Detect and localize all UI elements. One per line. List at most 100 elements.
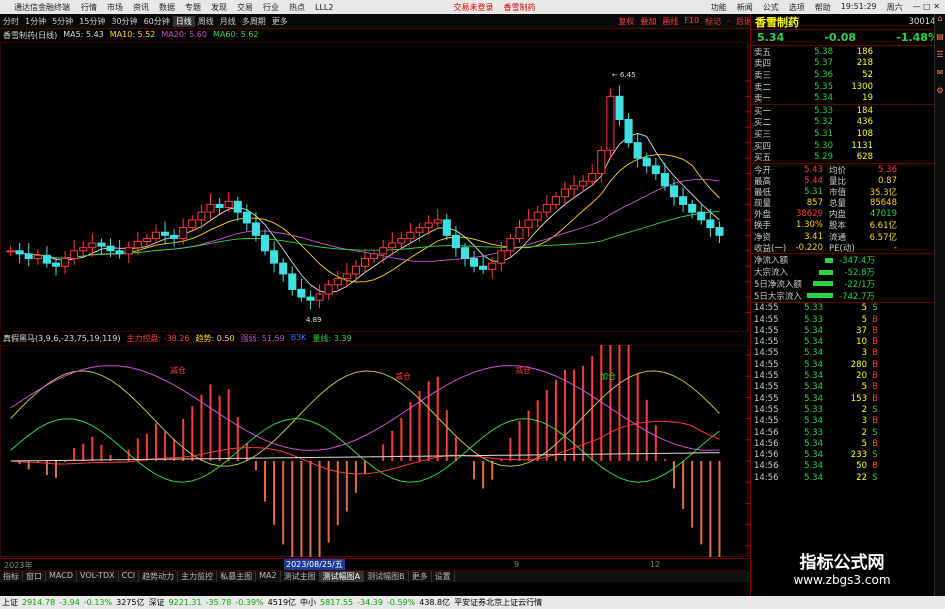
window-controls[interactable]: — □ ✕ xyxy=(908,2,945,13)
ask-price: 5.37 xyxy=(814,58,833,69)
menu-item-topic[interactable]: 专题 xyxy=(180,2,206,13)
tick-row[interactable]: 14:55 5.34 3 B xyxy=(751,348,945,359)
ask-price: 5.35 xyxy=(814,81,833,92)
tick-row[interactable]: 14:56 5.34 5 B xyxy=(751,438,945,449)
menu-formula[interactable]: 公式 xyxy=(758,2,784,13)
tick-time: 14:56 xyxy=(754,438,779,449)
period-tab-0[interactable]: 分时 xyxy=(0,16,22,27)
menu-item-data[interactable]: 数据 xyxy=(154,2,180,13)
menu-item-discover[interactable]: 发现 xyxy=(206,2,232,13)
tick-time: 14:55 xyxy=(754,404,779,415)
bid-label: 买二 xyxy=(754,118,772,129)
candle-body xyxy=(479,265,488,270)
indicator-tab-0[interactable]: 指标 xyxy=(0,571,23,582)
tick-list[interactable]: 14:55 5.33 5 S 14:55 5.33 5 B 14:55 5.34 37 B 14:55 5… xyxy=(751,303,945,484)
tick-row[interactable]: 14:55 5.33 2 S xyxy=(751,404,945,415)
menu-item-l2[interactable]: LLL2 xyxy=(310,3,338,12)
trade-login-link[interactable]: 交易未登录 xyxy=(448,2,498,13)
indicator-tab-2[interactable]: MACD xyxy=(46,571,77,582)
toolbar-action-1[interactable]: 叠加 xyxy=(637,16,659,27)
candle-body xyxy=(233,200,242,213)
menu-item-market[interactable]: 行情 xyxy=(76,2,102,13)
indicator-tab-8[interactable]: MA2 xyxy=(256,571,281,582)
candle-body xyxy=(79,247,88,252)
menu-item-market2[interactable]: 市场 xyxy=(102,2,128,13)
indicator-chart[interactable]: 100.080.0060.0040.0020.000.00-20.00-40.0… xyxy=(0,345,750,557)
tick-row[interactable]: 14:55 5.33 5 B xyxy=(751,314,945,325)
tick-time: 14:55 xyxy=(754,337,779,348)
indicator-tab-9[interactable]: 测试主图 xyxy=(281,571,320,582)
indicator-tab-11[interactable]: 测试幅图B xyxy=(364,571,409,582)
tick-time: 14:55 xyxy=(754,348,779,359)
tick-qty: 5 xyxy=(861,314,867,325)
candle-body xyxy=(506,237,515,252)
stat-key: 今开 xyxy=(754,165,772,176)
bid-label: 买一 xyxy=(754,106,772,117)
tick-row[interactable]: 14:55 5.34 5 B xyxy=(751,382,945,393)
menu-item-news[interactable]: 资讯 xyxy=(128,2,154,13)
sub-chart-info: 真假黑马(3,9,6,-23,75,19,119) 主力控盘: -38.26 趋势… xyxy=(0,333,355,345)
tick-row[interactable]: 14:56 5.34 22 S xyxy=(751,472,945,483)
tick-row[interactable]: 14:56 5.34 233 S xyxy=(751,449,945,460)
candlestick-chart[interactable]: 6.406.306.206.106.005.905.805.705.605.50… xyxy=(0,42,750,332)
toolbar-action-5[interactable]: - xyxy=(724,16,733,27)
menu-item-trade[interactable]: 交易 xyxy=(232,2,258,13)
period-tab-3[interactable]: 15分钟 xyxy=(76,16,108,27)
period-tab-4[interactable]: 30分钟 xyxy=(108,16,140,27)
list-icon[interactable]: ☰ xyxy=(935,50,945,68)
bell-icon[interactable]: ✉ xyxy=(935,68,945,86)
tick-row[interactable]: 14:55 5.34 153 B xyxy=(751,393,945,404)
toolbar-action-4[interactable]: 标记 xyxy=(702,16,724,27)
menu-help[interactable]: 帮助 xyxy=(810,2,836,13)
period-tab-1[interactable]: 1分钟 xyxy=(22,16,49,27)
period-tab-10[interactable]: 更多 xyxy=(269,16,291,27)
period-tab-8[interactable]: 月线 xyxy=(217,16,239,27)
ask-price: 5.36 xyxy=(814,69,833,80)
tick-price: 5.34 xyxy=(804,461,823,472)
tick-row[interactable]: 14:55 5.33 5 S xyxy=(751,303,945,314)
menu-function[interactable]: 功能 xyxy=(706,2,732,13)
indicator-tab-3[interactable]: VOL-TDX xyxy=(77,571,119,582)
indicator-tab-12[interactable]: 更多 xyxy=(409,571,432,582)
stat-key2: 流通 xyxy=(829,232,847,243)
tick-time: 14:55 xyxy=(754,382,779,393)
menu-news[interactable]: 新闻 xyxy=(732,2,758,13)
indicator-tab-1[interactable]: 窗口 xyxy=(23,571,46,582)
period-tab-9[interactable]: 多周期 xyxy=(239,16,269,27)
tick-price: 5.34 xyxy=(804,359,823,370)
menu-item-industry[interactable]: 行业 xyxy=(258,2,284,13)
tick-row[interactable]: 14:55 5.34 10 B xyxy=(751,337,945,348)
menu-item-hot[interactable]: 热点 xyxy=(284,2,310,13)
tick-row[interactable]: 14:56 5.34 50 B xyxy=(751,461,945,472)
indicator-tab-5[interactable]: 趋势动力 xyxy=(139,571,179,582)
tick-row[interactable]: 14:55 5.34 37 B xyxy=(751,325,945,336)
tick-side: B xyxy=(872,382,878,393)
candle-body xyxy=(88,242,97,249)
tick-row[interactable]: 14:55 5.34 280 B xyxy=(751,359,945,370)
toolbar-action-3[interactable]: F10 xyxy=(681,16,702,27)
indicator-tab-7[interactable]: 私募主图 xyxy=(217,571,257,582)
chart-icon[interactable]: ▤ xyxy=(935,32,945,50)
stock-header: 香雪制药 300147 xyxy=(751,14,945,30)
site-watermark: 指标公式网 www.zbgs3.com xyxy=(772,548,912,590)
candle-body xyxy=(606,95,615,151)
period-tab-7[interactable]: 周线 xyxy=(195,16,217,27)
indicator-tab-10[interactable]: 测试幅图A xyxy=(319,571,365,582)
toolbar-action-2[interactable]: 画线 xyxy=(659,16,681,27)
menu-options[interactable]: 选项 xyxy=(784,2,810,13)
period-tab-2[interactable]: 5分钟 xyxy=(49,16,76,27)
indicator-tab-13[interactable]: 设置 xyxy=(432,571,455,582)
toolbar-action-0[interactable]: 复权 xyxy=(615,16,637,27)
tick-row[interactable]: 14:56 5.33 2 S xyxy=(751,427,945,438)
gear-icon[interactable]: ⚙ xyxy=(935,86,945,104)
main-chart-name: 香雪制药(日线) xyxy=(3,31,58,40)
tick-row[interactable]: 14:55 5.34 20 B xyxy=(751,370,945,381)
tick-row[interactable]: 14:55 5.34 3 B xyxy=(751,416,945,427)
candle-body xyxy=(624,119,633,144)
home-icon[interactable]: ⌂ xyxy=(935,14,945,32)
period-tab-6[interactable]: 日线 xyxy=(172,15,195,27)
period-tab-5[interactable]: 60分钟 xyxy=(141,16,173,27)
indicator-tab-4[interactable]: CCI xyxy=(119,571,140,582)
indicator-tab-6[interactable]: 主力监控 xyxy=(178,571,218,582)
stock-link[interactable]: 香雪制药 xyxy=(498,2,540,13)
